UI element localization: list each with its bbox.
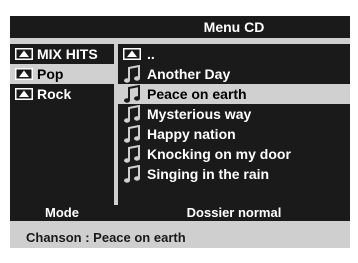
track-list: .. Another Day Peace on earth Mysterious… [118,44,350,206]
music-note-icon [124,145,140,163]
folder-item-label: Pop [37,66,64,82]
folder-item-mix-hits[interactable]: MIX HITS [10,44,114,64]
parent-folder-icon [123,48,141,60]
track-item-label: Mysterious way [147,106,252,122]
track-item-singing-in-the-rain[interactable]: Singing in the rain [118,164,350,184]
track-item-label: Singing in the rain [147,166,270,182]
music-note-icon [124,105,140,123]
track-item-label: Happy nation [147,126,236,142]
folder-item-label: MIX HITS [37,46,98,62]
menu-frame: Menu CD MIX HITS Pop Rock .. Another Day… [10,16,350,248]
track-item-label: .. [147,46,155,62]
track-item-peace-on-earth[interactable]: Peace on earth [118,84,350,104]
track-item-mysterious-way[interactable]: Mysterious way [118,104,350,124]
folder-item-label: Rock [37,86,72,102]
title-bar: Menu CD [10,16,350,38]
now-playing-status: Chanson : Peace on earth [26,230,186,245]
track-item-knocking-on-my-door[interactable]: Knocking on my door [118,144,350,164]
music-note-icon [124,125,140,143]
music-note-icon [124,165,140,183]
track-item-happy-nation[interactable]: Happy nation [118,124,350,144]
folder-icon [15,48,33,60]
page-title: Menu CD [203,19,265,35]
folder-list: MIX HITS Pop Rock [10,44,114,206]
cd-menu-screen: Menu CD MIX HITS Pop Rock .. Another Day… [0,0,358,263]
track-item-another-day[interactable]: Another Day [118,64,350,84]
folder-item-pop[interactable]: Pop [10,64,114,84]
mode-label[interactable]: Mode [10,205,114,221]
folder-item-rock[interactable]: Rock [10,84,114,104]
folder-icon [15,88,33,100]
music-note-icon [124,65,140,83]
mode-bar: Mode Dossier normal [10,205,350,221]
track-item-parent[interactable]: .. [118,44,350,64]
music-note-icon [124,85,140,103]
folder-icon [15,68,33,80]
mode-value[interactable]: Dossier normal [118,205,350,221]
track-item-label: Peace on earth [147,86,247,102]
track-item-label: Another Day [147,66,231,82]
track-item-label: Knocking on my door [147,146,291,162]
